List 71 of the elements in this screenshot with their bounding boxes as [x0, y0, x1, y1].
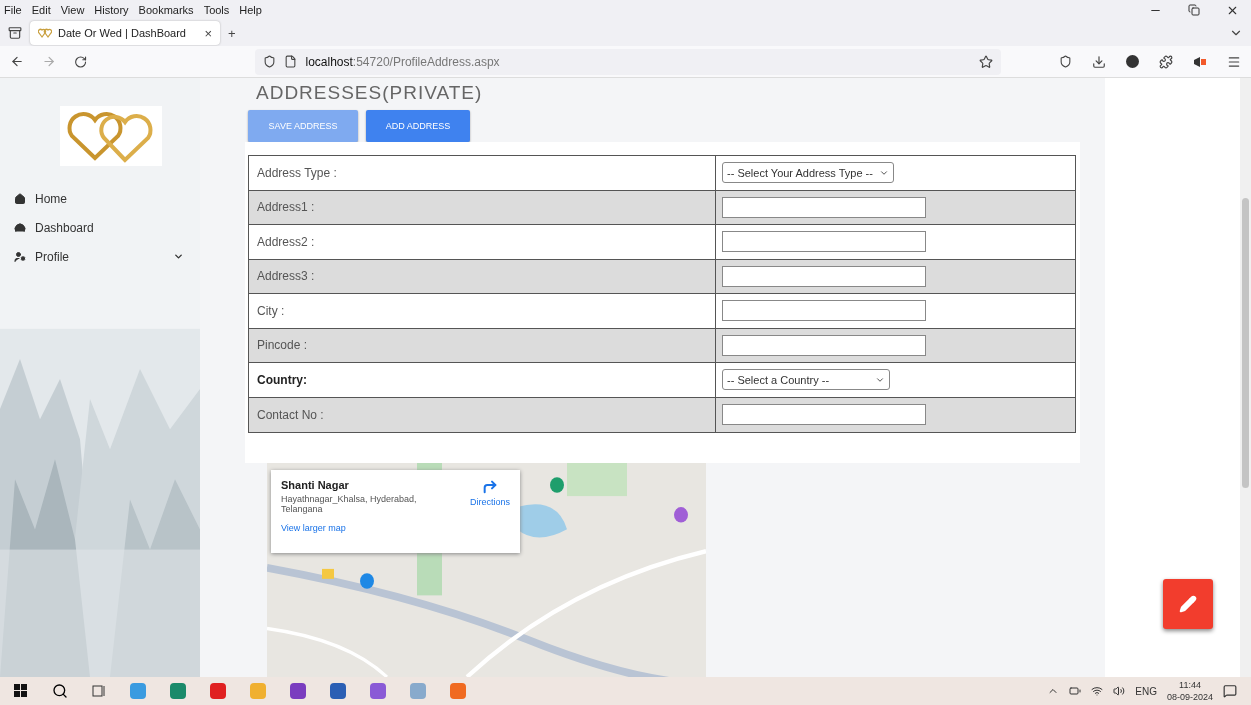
sidebar-item[interactable]: Profile	[0, 242, 200, 271]
field-label: Contact No :	[249, 397, 716, 432]
back-icon[interactable]	[10, 54, 25, 69]
menu-item[interactable]: Tools	[203, 4, 230, 16]
field-label: Pincode :	[249, 328, 716, 362]
text-input[interactable]	[722, 196, 926, 218]
notification-icon[interactable]	[1223, 684, 1237, 698]
select-dropdown[interactable]: -- Select a Country --	[722, 369, 891, 391]
menu-item[interactable]: Bookmarks	[138, 4, 194, 16]
menu-item[interactable]: History	[94, 4, 129, 16]
tab-close[interactable]: ×	[204, 25, 212, 41]
place-address: Hayathnagar_Khalsa, Hyderabad, Telangana	[281, 494, 418, 514]
page-icon	[284, 55, 298, 68]
search-icon[interactable]	[52, 683, 68, 699]
field-label: Address Type :	[249, 156, 716, 190]
field-label: Country:	[249, 363, 716, 397]
menu-item[interactable]: Help	[239, 4, 262, 16]
taskbar-app-icon[interactable]	[330, 683, 346, 699]
add-address-button[interactable]: ADD ADDRESS	[366, 110, 470, 142]
taskbar-app-icon[interactable]	[370, 683, 386, 699]
text-input[interactable]	[722, 231, 926, 253]
field-label: Address2 :	[249, 225, 716, 259]
menu-item[interactable]: File	[4, 4, 22, 16]
menu-item[interactable]: Edit	[31, 4, 51, 16]
tab-list-icon[interactable]	[8, 26, 22, 40]
new-tab[interactable]: +	[228, 25, 236, 41]
user-gear-icon	[14, 250, 26, 263]
text-input[interactable]	[722, 265, 926, 287]
home-icon	[14, 192, 26, 205]
text-input[interactable]	[722, 334, 926, 356]
taskbar-app-icon[interactable]	[290, 683, 306, 699]
pencil-icon	[1179, 595, 1197, 613]
battery-icon[interactable]	[1069, 685, 1082, 697]
sidebar-item[interactable]: Dashboard	[0, 213, 200, 242]
download-icon[interactable]	[1092, 54, 1106, 69]
directions-arrow-icon	[482, 479, 498, 495]
wifi-icon[interactable]	[1091, 685, 1104, 697]
gauge-icon	[14, 221, 26, 234]
text-input[interactable]	[722, 300, 926, 322]
reload-icon[interactable]	[74, 54, 88, 69]
volume-icon[interactable]	[1113, 685, 1126, 697]
url-text: localhost:54720/ProfileAddress.aspx	[305, 54, 500, 69]
page-title: ADDRESSES(PRIVATE)	[256, 82, 484, 104]
browser-tab[interactable]: Date Or Wed | DashBoard ×	[30, 21, 220, 45]
clock[interactable]: 11:44 08-09-2024	[1166, 679, 1213, 703]
bookmark-star-icon[interactable]	[979, 54, 993, 69]
field-label: City :	[249, 294, 716, 328]
menu-icon[interactable]	[1227, 54, 1241, 69]
menu-item[interactable]: View	[60, 4, 85, 16]
sidebar-item[interactable]: Home	[0, 184, 200, 213]
task-view-icon[interactable]	[92, 684, 106, 698]
scrollbar[interactable]	[1240, 78, 1251, 677]
select-dropdown[interactable]: -- Select Your Address Type --	[722, 162, 894, 184]
megaphone-icon[interactable]	[1193, 55, 1207, 68]
extensions-icon[interactable]	[1159, 54, 1173, 69]
windows-start-icon[interactable]	[14, 684, 28, 698]
place-name: Shanti Nagar	[281, 479, 350, 491]
address-bar[interactable]: localhost:54720/ProfileAddress.aspx	[255, 48, 1001, 75]
language-indicator[interactable]: ENG	[1135, 685, 1157, 697]
hearts-icon	[38, 28, 52, 38]
field-label: Address3 :	[249, 259, 716, 293]
profile-icon[interactable]	[1126, 55, 1139, 68]
restore-icon[interactable]	[1188, 3, 1200, 16]
taskbar-app-icon[interactable]	[210, 683, 226, 699]
edit-button[interactable]	[1163, 579, 1213, 629]
field-label: Address1 :	[249, 190, 716, 224]
taskbar-app-icon[interactable]	[170, 683, 186, 699]
directions-link[interactable]: Directions	[470, 479, 510, 544]
shield-icon	[263, 55, 277, 68]
view-larger-map-link[interactable]: View larger map	[281, 523, 462, 533]
text-input[interactable]	[722, 404, 926, 426]
